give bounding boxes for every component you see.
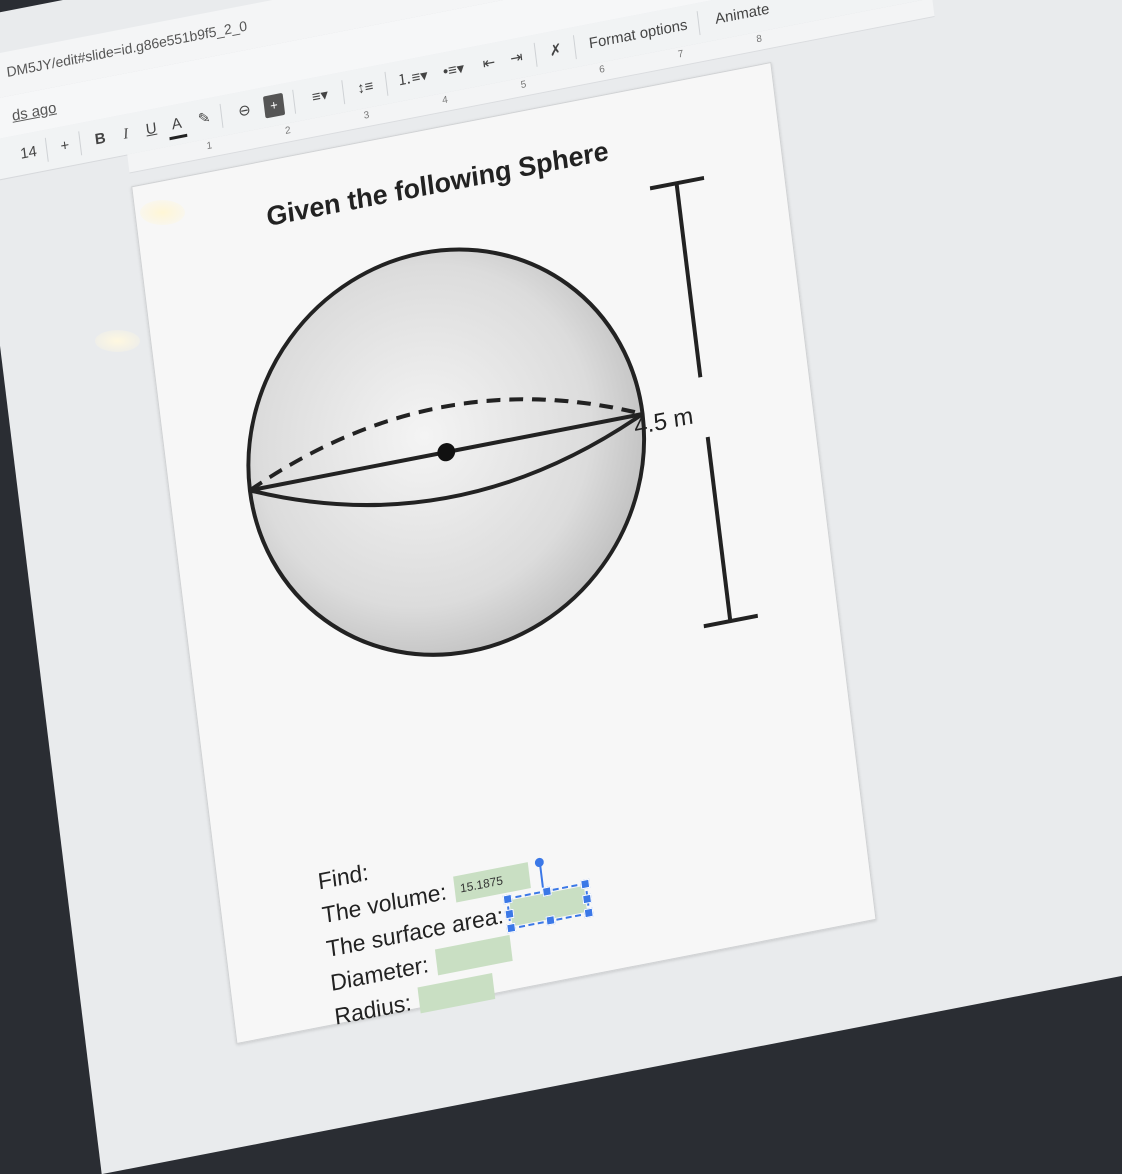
toolbar-divider: [384, 71, 389, 96]
sphere-diagram[interactable]: [210, 140, 799, 721]
resize-handle[interactable]: [504, 908, 515, 920]
font-size-field[interactable]: 14: [16, 140, 42, 166]
toolbar-divider: [341, 80, 346, 105]
ruler-tick: 1: [206, 140, 213, 153]
animate-button[interactable]: Animate: [707, 0, 778, 32]
dimension-line-bottom: [705, 436, 733, 622]
toolbar-divider: [292, 89, 297, 114]
toolbar-divider: [78, 131, 83, 156]
resize-handle[interactable]: [542, 886, 553, 897]
toolbar-divider: [44, 137, 49, 162]
resize-handle[interactable]: [545, 914, 556, 926]
resize-handle[interactable]: [580, 878, 591, 890]
underline-button[interactable]: U: [141, 117, 161, 142]
increase-indent-icon[interactable]: ⇥: [504, 45, 528, 71]
resize-handle[interactable]: [582, 893, 593, 905]
screen-glare: [140, 200, 185, 225]
bold-button[interactable]: B: [90, 127, 110, 152]
ruler-tick: 8: [755, 33, 763, 46]
highlight-pen-icon[interactable]: ✎: [194, 107, 214, 132]
toolbar-divider: [219, 103, 224, 128]
bulleted-list-icon[interactable]: •≡▾: [436, 57, 472, 85]
decrease-indent-icon[interactable]: ⇤: [477, 51, 501, 77]
clear-formatting-icon[interactable]: ✗: [544, 38, 568, 64]
line-spacing-icon[interactable]: ↕≡: [351, 74, 379, 101]
resize-handle[interactable]: [584, 907, 594, 919]
align-dropdown-icon[interactable]: ≡▾: [304, 83, 336, 111]
toolbar-divider: [533, 42, 538, 67]
find-section: Find: The volume: 15.1875 The surface ar…: [316, 814, 596, 1034]
last-edit-link[interactable]: ds ago: [11, 99, 57, 125]
browser-window: DM5JY/edit#slide=id.g86e551b9f5_2_0 ds a…: [0, 0, 1122, 1174]
insert-comment-icon[interactable]: +: [262, 92, 286, 119]
ruler-tick: 4: [441, 94, 449, 107]
increase-font-size-button[interactable]: +: [55, 134, 75, 159]
toolbar-divider: [572, 35, 577, 60]
dimension-line-top: [674, 182, 703, 378]
numbered-list-icon[interactable]: ⒈≡▾: [394, 65, 430, 93]
slide-canvas[interactable]: Given the following Sphere 4.5 m Find: T…: [131, 61, 877, 1045]
ruler-tick: 2: [284, 124, 292, 137]
screen-glare: [95, 330, 140, 352]
resize-handle[interactable]: [506, 922, 517, 934]
ruler-tick: 3: [363, 109, 370, 122]
text-color-button[interactable]: A: [166, 111, 188, 141]
ruler-tick: 7: [677, 48, 685, 61]
ruler-tick: 5: [520, 79, 527, 92]
link-icon[interactable]: ⊖: [231, 98, 257, 124]
italic-button[interactable]: I: [116, 122, 136, 147]
resize-handle[interactable]: [502, 893, 513, 905]
toolbar-divider: [696, 11, 701, 36]
ruler-tick: 6: [598, 63, 606, 76]
